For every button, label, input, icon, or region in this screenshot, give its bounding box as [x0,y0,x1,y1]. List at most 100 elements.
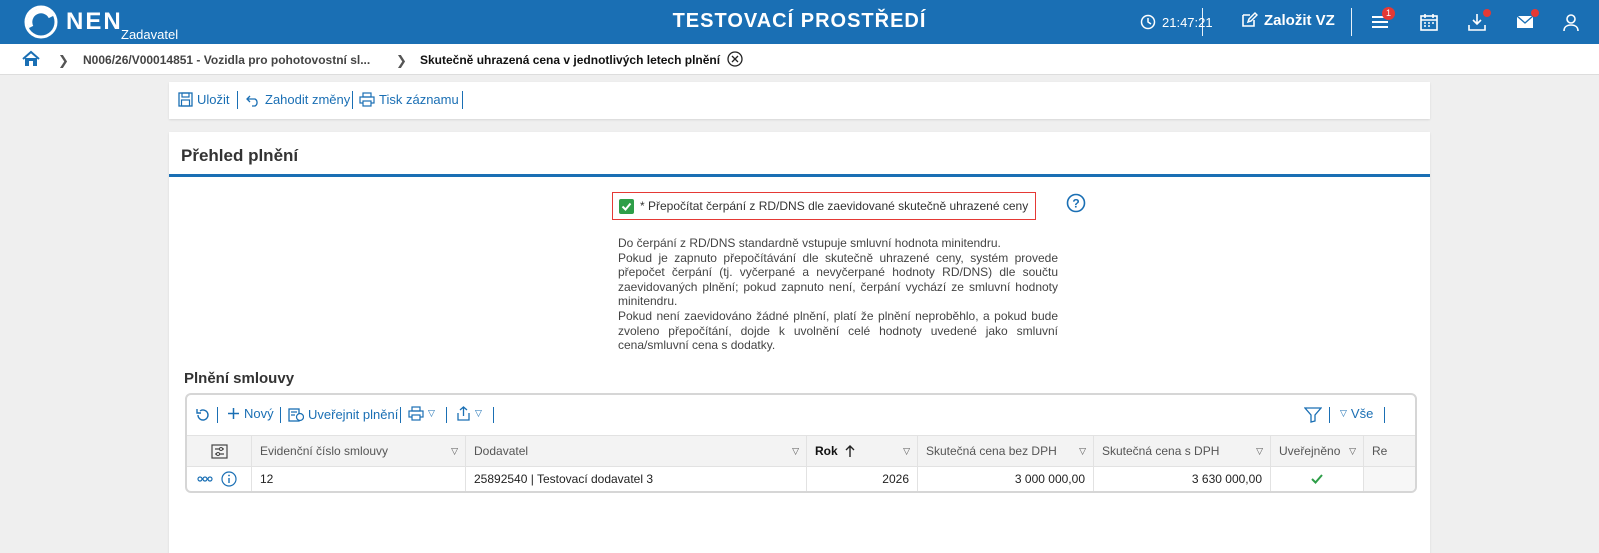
divider [217,407,218,423]
clock-time: 21:47:21 [1162,14,1213,30]
checkmark-icon [621,202,632,211]
mail-dot [1531,9,1539,17]
discard-changes-button[interactable]: Zahodit změny [245,92,350,107]
page-title: Přehled plnění [181,146,299,165]
column-header-year[interactable]: Rok ▽ [807,436,918,466]
column-filter-icon[interactable]: ▽ [903,446,910,457]
column-header-label: Rok [815,444,838,458]
recalculate-checkbox-field[interactable]: * Přepočítat čerpání z RD/DNS dle zaevid… [612,192,1036,220]
publish-label: Uveřejnit plnění [308,406,399,422]
create-vz-label: Založit VZ [1264,11,1335,29]
create-vz-button[interactable]: Založit VZ [1240,11,1335,29]
filter-icon[interactable] [1304,407,1322,423]
column-filter-icon[interactable]: ▽ [792,446,799,457]
save-icon [178,92,193,107]
print-icon [408,406,424,421]
info-line: Pokud není zaevidováno žádné plnění, pla… [618,308,1058,353]
home-icon[interactable] [22,50,40,68]
chevron-right-icon: ❯ [58,53,69,68]
chevron-down-icon: ▽ [1340,408,1347,418]
cell-price-no-vat: 3 000 000,00 [918,467,1094,491]
save-button[interactable]: Uložit [178,92,230,107]
new-label: Nový [244,406,274,421]
view-selector[interactable]: ▽ Vše [1340,406,1373,421]
recalculate-checkbox[interactable] [619,198,634,214]
column-filter-icon[interactable]: ▽ [1079,446,1086,457]
export-menu-button[interactable]: ▽ [456,406,482,421]
cell-evid: 12 [252,467,466,491]
cell-year: 2026 [807,467,918,491]
column-header-evid[interactable]: Evidenční číslo smlouvy ▽ [252,436,466,466]
divider [1329,407,1330,423]
column-header-more[interactable]: Re [1364,436,1415,466]
column-header-price-vat[interactable]: Skutečná cena s DPH ▽ [1094,436,1271,466]
column-filter-icon[interactable]: ▽ [1349,446,1356,457]
user-icon[interactable] [1561,12,1581,32]
svg-text:?: ? [1072,197,1079,211]
column-header-published[interactable]: Uveřejněno ▽ [1271,436,1364,466]
divider [462,91,463,109]
breadcrumb-item-contract[interactable]: N006/26/V00014851 - Vozidla pro pohotovo… [83,53,370,67]
column-header-label: Skutečná cena bez DPH [926,444,1057,458]
calendar-icon[interactable] [1419,12,1439,32]
new-button[interactable]: Nový [227,406,274,421]
divider [400,407,401,423]
print-menu-button[interactable]: ▽ [408,406,435,421]
print-label: Tisk záznamu [379,92,459,107]
export-icon [457,406,470,421]
grid-header: Evidenční číslo smlouvy ▽ Dodavatel ▽ Ro… [187,435,1415,467]
view-selector-label: Vše [1350,406,1374,421]
save-label: Uložit [197,92,230,107]
publish-fulfillment-button[interactable]: Uveřejnit plnění [288,406,398,422]
print-record-button[interactable]: Tisk záznamu [359,92,459,107]
column-header-price-no-vat[interactable]: Skutečná cena bez DPH ▽ [918,436,1094,466]
column-header-label: Uveřejněno [1279,444,1341,458]
info-line: Do čerpání z RD/DNS standardně vstupuje … [618,236,1001,250]
help-icon[interactable]: ? [1066,193,1086,213]
brand-name: NEN [66,8,123,35]
table-row[interactable]: 12 25892540 | Testovací dodavatel 3 2026… [187,467,1415,491]
recalculate-checkbox-label: * Přepočítat čerpání z RD/DNS dle zaevid… [640,199,1029,213]
divider [1384,407,1385,423]
cell-price-vat: 3 630 000,00 [1094,467,1271,491]
refresh-icon[interactable] [195,407,211,423]
undo-icon [246,95,258,107]
divider [280,407,281,423]
environment-title: TESTOVACÍ PROSTŘEDÍ [672,10,927,32]
divider [352,91,353,109]
row-actions [187,467,252,491]
breadcrumb-item-current: Skutečně uhrazená cena v jednotlivých le… [420,53,721,67]
chevron-right-icon: ❯ [396,53,407,68]
column-settings[interactable] [187,436,252,466]
column-header-label: Evidenční číslo smlouvy [260,444,389,458]
download-dot [1483,9,1491,17]
close-icon[interactable] [727,51,743,67]
column-settings-icon [211,443,228,459]
more-options-icon[interactable] [197,476,213,482]
column-header-supplier[interactable]: Dodavatel ▽ [466,436,807,466]
cell-more [1364,467,1415,491]
publish-icon [288,408,304,422]
fulfillment-grid: Nový Uveřejnit plnění ▽ ▽ ▽ Vše Evidenčn… [185,393,1417,493]
action-toolbar: Uložit Zahodit změny Tisk záznamu [169,82,1430,119]
divider [1351,8,1352,36]
column-header-label: Dodavatel [474,444,529,458]
divider [237,91,238,109]
info-line: Pokud je zapnuto přepočítávání dle skute… [618,250,1058,309]
main-card: Přehled plnění * Přepočítat čerpání z RD… [169,132,1430,553]
brand-role: Zadavatel [121,27,179,42]
column-filter-icon[interactable]: ▽ [1256,446,1263,457]
divider [446,407,447,423]
breadcrumb: ❯ N006/26/V00014851 - Vozidla pro pohoto… [0,44,1599,75]
divider [1202,8,1203,36]
info-icon[interactable] [221,471,237,487]
recalculation-info: Do čerpání z RD/DNS standardně vstupuje … [618,236,1058,353]
cell-published [1271,467,1364,491]
section-title: Plnění smlouvy [184,370,295,387]
column-filter-icon[interactable]: ▽ [451,446,458,457]
title-underline [169,174,1430,177]
edit-icon [1242,11,1258,27]
chevron-down-icon: ▽ [428,408,435,418]
nen-logo-icon[interactable] [24,5,58,39]
top-bar: NEN Zadavatel TESTOVACÍ PROSTŘEDÍ 21:47:… [0,0,1599,44]
